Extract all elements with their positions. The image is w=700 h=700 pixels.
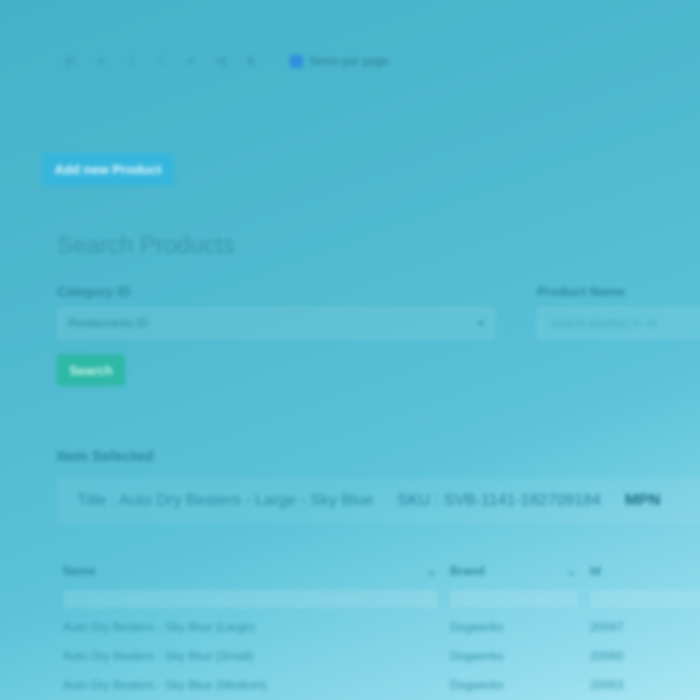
- column-header-id-label: Id: [590, 564, 601, 578]
- cell-brand: Dogwerks: [450, 619, 504, 634]
- sort-icon: ⌄: [426, 565, 436, 578]
- page-1-button[interactable]: 1: [116, 54, 146, 68]
- cell-brand: Dogwerks: [450, 648, 504, 663]
- brand-filter-input[interactable]: [450, 590, 578, 608]
- search-button[interactable]: Search: [57, 354, 125, 386]
- prev-page-button[interactable]: <: [86, 54, 116, 68]
- blurred-screen: |< < 1 2 > >| 5 Items per page Add new P…: [0, 0, 700, 700]
- pagination: |< < 1 2 > >| 5 Items per page: [56, 50, 389, 72]
- item-selected-title: Item Selected: [57, 448, 154, 465]
- category-label: Category ID: [57, 284, 130, 299]
- next-page-button[interactable]: >: [176, 54, 206, 68]
- category-select-value: Restaurants ID: [68, 316, 149, 330]
- column-header-name-label: Name: [63, 564, 96, 578]
- items-per-page-label: Items per page: [309, 54, 390, 68]
- chevron-down-icon: ▾: [478, 317, 484, 330]
- product-name-placeholder: search product n- et: [550, 316, 657, 330]
- selected-item-sku: SKU : SVB-1141-182709184: [397, 492, 601, 509]
- cell-name: Auto Dry Beaters - Sky Blue (Large): [63, 619, 255, 634]
- table-row[interactable]: Auto Dry Beaters - Sky Blue (Medium) Dog…: [57, 670, 700, 699]
- sort-icon: ⌄: [566, 565, 576, 578]
- column-header-brand[interactable]: Brand ⌄: [444, 564, 584, 578]
- cell-id: 20053: [590, 677, 624, 692]
- table-row[interactable]: Auto Dry Beaters - Sky Blue (Small) Dogw…: [57, 641, 700, 670]
- column-header-id[interactable]: Id: [584, 564, 700, 578]
- cell-brand: Dogwerks: [450, 677, 504, 692]
- first-page-button[interactable]: |<: [56, 54, 86, 68]
- page-size-select[interactable]: 5: [236, 54, 266, 68]
- cell-id: 20060: [590, 648, 624, 663]
- table-header: Name ⌄ Brand ⌄ Id: [57, 556, 700, 586]
- category-select[interactable]: Restaurants ID ▾: [57, 307, 495, 339]
- page-2-button[interactable]: 2: [146, 54, 176, 68]
- table-filter-row: [57, 586, 700, 612]
- column-header-brand-label: Brand: [450, 564, 485, 578]
- name-filter-input[interactable]: [63, 590, 438, 608]
- products-table: Name ⌄ Brand ⌄ Id Auto Dry Beaters - Sky…: [57, 556, 700, 699]
- last-page-button[interactable]: >|: [206, 54, 236, 68]
- selected-item-mpn: MPN: [624, 492, 661, 509]
- id-filter-input[interactable]: [590, 590, 700, 608]
- cell-name: Auto Dry Beaters - Sky Blue (Medium): [63, 677, 267, 692]
- cell-id: 20047: [590, 619, 624, 634]
- product-name-input[interactable]: search product n- et: [537, 307, 700, 339]
- search-section-title: Search Products: [57, 232, 235, 259]
- product-name-label: Product Name: [537, 284, 626, 299]
- selected-item-bar: Title : Auto Dry Beaters - Large - Sky B…: [57, 478, 700, 524]
- selected-item-title: Title : Auto Dry Beaters - Large - Sky B…: [77, 492, 374, 509]
- items-per-page-checkbox[interactable]: [290, 54, 303, 68]
- add-product-button[interactable]: Add new Product: [42, 153, 174, 186]
- column-header-name[interactable]: Name ⌄: [57, 564, 444, 578]
- table-row[interactable]: Auto Dry Beaters - Sky Blue (Large) Dogw…: [57, 612, 700, 641]
- cell-name: Auto Dry Beaters - Sky Blue (Small): [63, 648, 254, 663]
